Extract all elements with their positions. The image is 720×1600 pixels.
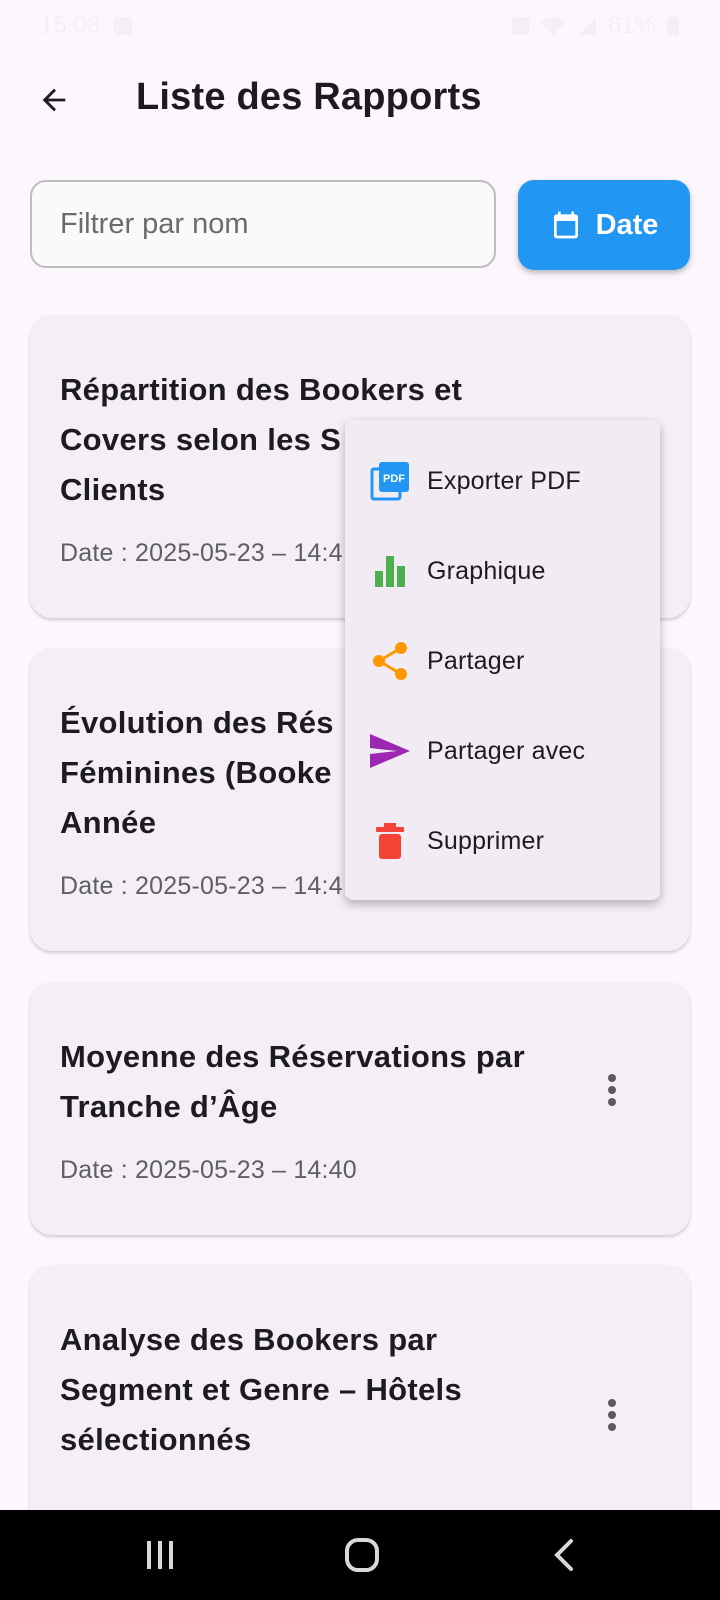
pdf-icon: PDF [369,460,411,502]
report-date: Date : 2025-05-23 – 14:40 [60,1156,357,1184]
report-card[interactable]: Moyenne des Réservations par Tranche d’Â… [30,982,690,1235]
status-bar: 15:08 61% [0,0,720,52]
menu-item-label: Graphique [427,556,546,585]
menu-item-graphique[interactable]: Graphique [345,526,660,616]
home-icon [345,1538,379,1572]
battery-icon [667,15,679,36]
chevron-left-icon [554,1539,573,1571]
recent-apps-button[interactable] [130,1530,190,1580]
arrow-back-icon [42,88,66,112]
share-icon [369,640,411,682]
report-date: Date : 2025-05-23 – 14:4 [60,539,343,567]
more-vert-icon [608,1399,616,1431]
report-title: Moyenne des Réservations par Tranche d’Â… [60,1039,525,1124]
report-date: Date : 2025-05-23 – 14:4 [60,872,343,900]
more-options-button[interactable] [592,1060,632,1120]
status-right: 61% [511,12,680,40]
menu-item-partager-avec[interactable]: Partager avec [345,706,660,796]
delete-icon [369,820,411,862]
recent-apps-icon [147,1541,173,1569]
system-back-button[interactable] [534,1530,594,1580]
more-vert-icon [608,1074,616,1106]
wifi-icon [540,17,565,36]
menu-item-export-pdf[interactable]: PDF Exporter PDF [345,436,660,526]
search-input[interactable] [30,180,496,268]
report-card[interactable]: Analyse des Bookers par Segment et Genre… [30,1265,690,1510]
notification-icon [114,17,133,35]
signal-icon [577,17,596,35]
status-left: 15:08 [40,12,133,40]
battery-percent: 61% [607,12,656,39]
date-button-label: Date [595,208,659,241]
back-button[interactable] [26,72,82,128]
calendar-icon [553,211,578,239]
send-icon [369,730,411,772]
bar-chart-icon [369,550,411,592]
more-options-button[interactable] [592,1385,632,1445]
date-filter-button[interactable]: Date [518,180,690,270]
home-button[interactable] [332,1530,392,1580]
app-bar: Liste des Rapports [0,52,720,148]
menu-item-label: Supprimer [427,826,545,855]
menu-item-label: Partager avec [427,736,586,765]
system-nav-bar [0,1510,720,1600]
filter-row: Date [30,180,690,270]
page-title: Liste des Rapports [136,76,482,118]
status-time: 15:08 [40,12,101,39]
svg-text:PDF: PDF [383,473,405,485]
context-menu: PDF Exporter PDF Graphique Partager Part… [345,420,660,900]
alarm-icon [511,17,530,35]
menu-item-partager[interactable]: Partager [345,616,660,706]
menu-item-label: Partager [427,646,525,675]
report-title: Analyse des Bookers par Segment et Genre… [60,1322,463,1457]
menu-item-supprimer[interactable]: Supprimer [345,796,660,886]
menu-item-label: Exporter PDF [427,466,581,495]
